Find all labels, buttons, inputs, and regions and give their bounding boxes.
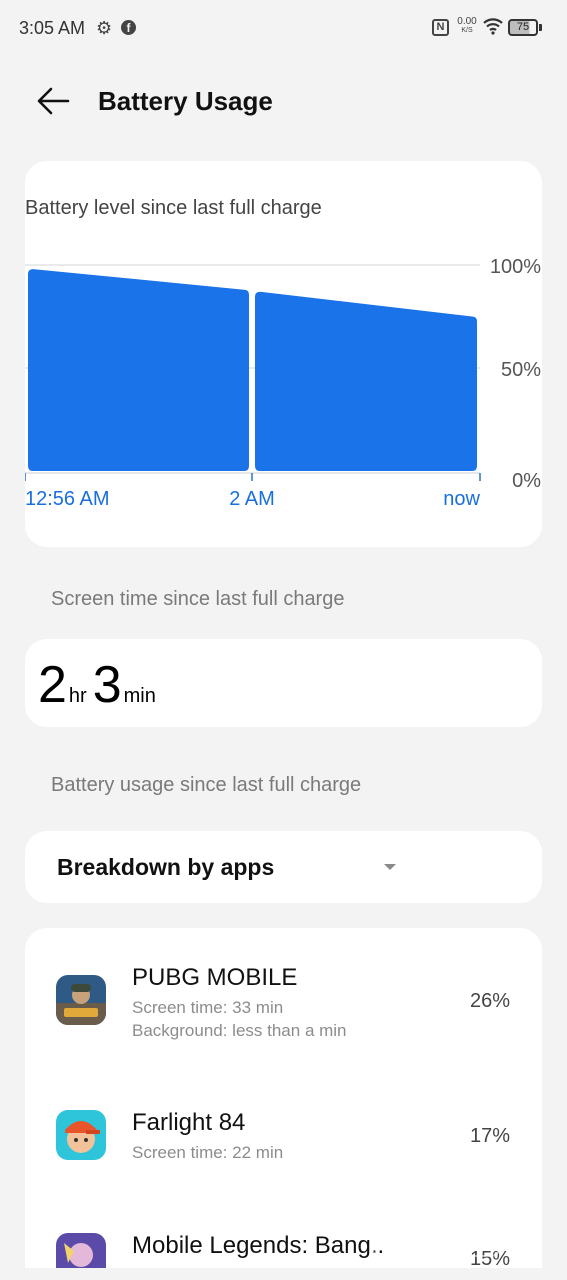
net-speed: 0.00 K/S xyxy=(455,16,479,35)
app-name: Mobile Legends: Bang.. xyxy=(132,1232,385,1259)
chart-x-tick-label: now xyxy=(443,488,480,510)
app-background-time: Background: less than a min xyxy=(132,1021,347,1040)
facebook-icon: f xyxy=(121,20,136,35)
back-arrow-icon[interactable] xyxy=(34,84,74,118)
screen-time-value: 2 hr 3 min xyxy=(38,657,162,724)
status-time: 3:05 AM xyxy=(19,18,86,38)
app-percent: 15% xyxy=(469,1248,510,1268)
chart-x-tick-label: 2 AM xyxy=(229,488,275,510)
app-screen-time: Screen time: 33 min xyxy=(132,998,284,1017)
chart-x-tick-label: 12:56 AM xyxy=(25,488,110,510)
chart-y-tick-label: 0% xyxy=(512,470,541,492)
app-percent: 17% xyxy=(469,1125,510,1147)
wifi-icon xyxy=(483,18,503,35)
screen-time-hours: 2 xyxy=(38,656,67,714)
screen-time-minutes: 3 xyxy=(92,656,122,714)
net-speed-unit: K/S xyxy=(461,27,473,34)
battery-icon: 75 xyxy=(508,19,538,36)
app-percent: 26% xyxy=(469,990,510,1012)
chart-area-segment xyxy=(255,291,477,471)
app-name: PUBG MOBILE xyxy=(132,964,298,991)
chart-y-tick-label: 100% xyxy=(490,256,541,278)
battery-level-chart: 12:56 AM 2 AM now 100% 50% 0% xyxy=(25,256,541,510)
pubg-app-icon xyxy=(56,975,106,1025)
status-bar: 3:05 AM ⚙ f N 0.00 K/S 75 xyxy=(0,0,567,56)
chart-area-segment xyxy=(28,269,249,471)
screen-time-hours-unit: hr xyxy=(68,685,87,707)
battery-tip xyxy=(539,24,542,31)
screen-time-minutes-unit: min xyxy=(123,685,156,707)
list-item-farlight[interactable]: Farlight 84 Screen time: 22 min 17% xyxy=(25,1093,542,1203)
app-name: Farlight 84 xyxy=(132,1109,246,1136)
dropdown-value: Breakdown by apps xyxy=(57,854,275,880)
list-item-mobile-legends[interactable]: Mobile Legends: Bang.. 15% xyxy=(25,1223,542,1268)
battery-usage-label: Battery usage since last full charge xyxy=(51,774,362,796)
screen-time-card: 2 hr 3 min xyxy=(25,639,542,727)
chevron-down-icon xyxy=(384,864,396,870)
screen-time-label: Screen time since last full charge xyxy=(51,588,345,610)
page-title: Battery Usage xyxy=(98,86,273,116)
battery-chart-card: Battery level since last full charge 12:… xyxy=(25,161,542,547)
list-item-pubg[interactable]: PUBG MOBILE Screen time: 33 min Backgrou… xyxy=(25,948,542,1073)
app-screen-time: Screen time: 22 min xyxy=(132,1143,284,1162)
chart-y-tick-label: 50% xyxy=(501,359,541,381)
net-speed-value: 0.00 xyxy=(457,16,477,27)
nfc-icon: N xyxy=(432,19,449,36)
breakdown-dropdown[interactable]: Breakdown by apps xyxy=(25,831,542,903)
gear-icon: ⚙ xyxy=(96,18,113,38)
mobile-legends-app-icon xyxy=(56,1233,106,1268)
app-usage-list: PUBG MOBILE Screen time: 33 min Backgrou… xyxy=(25,928,542,1268)
farlight-app-icon xyxy=(56,1110,106,1160)
